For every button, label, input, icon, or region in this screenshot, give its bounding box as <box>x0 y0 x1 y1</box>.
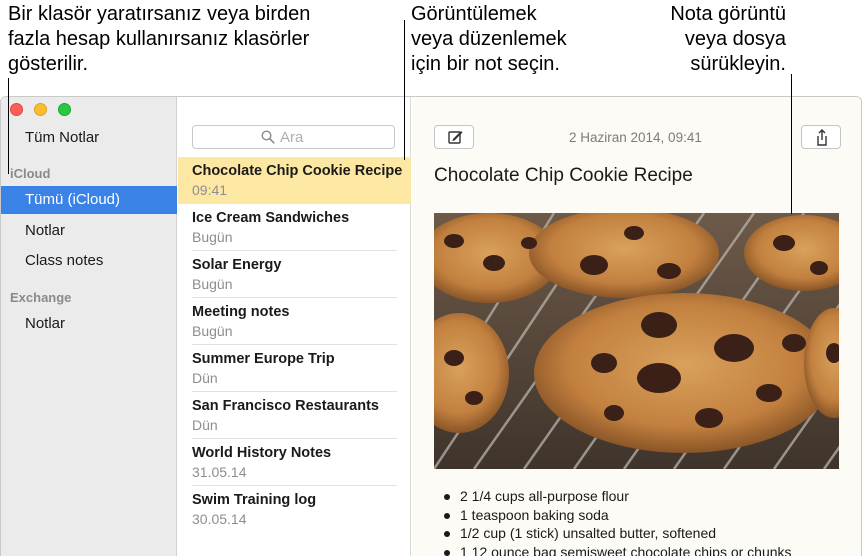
note-date: Bugün <box>192 276 233 292</box>
cookie-photo[interactable] <box>434 213 839 469</box>
note-row[interactable]: San Francisco Restaurants Dün <box>178 392 411 439</box>
callout-drag-file-line-2: veya dosya <box>684 28 786 50</box>
compose-icon <box>448 131 463 144</box>
close-window-button[interactable] <box>10 103 23 116</box>
note-title: Solar Energy <box>192 257 282 273</box>
note-title: Summer Europe Trip <box>192 351 335 367</box>
note-row[interactable]: Solar Energy Bugün <box>178 251 411 298</box>
ingredient-list[interactable]: 2 1/4 cups all-purpose flour 1 teaspoon … <box>442 487 792 556</box>
list-item: 1 teaspoon baking soda <box>442 506 792 525</box>
note-title: Meeting notes <box>192 304 290 320</box>
note-row[interactable]: Chocolate Chip Cookie Recipe 09:41 <box>178 157 411 204</box>
note-date: 31.05.14 <box>192 464 247 480</box>
callout-folders-line-1: Bir klasör yaratırsanız veya birden <box>8 3 311 25</box>
sidebar-header-icloud: iCloud <box>10 166 51 181</box>
callout-select-note-line-3: için bir not seçin. <box>411 53 560 75</box>
note-date: Bugün <box>192 229 233 245</box>
note-row[interactable]: Summer Europe Trip Dün <box>178 345 411 392</box>
callout-select-note: Görüntülemek veya düzenlemek için bir no… <box>411 2 567 77</box>
callout-folders: Bir klasör yaratırsanız veya birden fazl… <box>8 2 310 77</box>
search-placeholder: Ara <box>280 129 304 146</box>
sidebar-item-exchange-notes[interactable]: Notlar <box>1 310 177 338</box>
note-row[interactable]: World History Notes 31.05.14 <box>178 439 411 486</box>
sidebar-item-icloud-all[interactable]: Tümü (iCloud) <box>1 186 177 214</box>
note-row[interactable]: Swim Training log 30.05.14 <box>178 486 411 533</box>
note-timestamp: 2 Haziran 2014, 09:41 <box>569 130 702 145</box>
share-icon <box>817 129 827 146</box>
note-title: San Francisco Restaurants <box>192 398 379 414</box>
callout-select-note-line-2: veya düzenlemek <box>411 28 567 50</box>
callout-folders-leader <box>8 78 9 174</box>
note-date: Bugün <box>192 323 233 339</box>
note-heading[interactable]: Chocolate Chip Cookie Recipe <box>434 165 693 187</box>
compose-button[interactable] <box>434 125 474 149</box>
note-date: Dün <box>192 417 218 433</box>
cookie-image <box>434 213 839 469</box>
note-row[interactable]: Meeting notes Bugün <box>178 298 411 345</box>
sidebar-item-icloud-notes[interactable]: Notlar <box>1 217 177 245</box>
callout-folders-line-3: gösterilir. <box>8 53 89 75</box>
note-editor[interactable]: 2 Haziran 2014, 09:41 Chocolate Chip Coo… <box>412 97 861 556</box>
zoom-window-button[interactable] <box>58 103 71 116</box>
note-date: 09:41 <box>192 182 228 198</box>
note-row[interactable]: Ice Cream Sandwiches Bugün <box>178 204 411 251</box>
search-input[interactable]: Ara <box>192 125 395 149</box>
note-date: Dün <box>192 370 218 386</box>
note-title: Chocolate Chip Cookie Recipe <box>192 163 403 179</box>
note-date: 30.05.14 <box>192 511 247 527</box>
note-list: Ara Chocolate Chip Cookie Recipe 09:41 I… <box>178 97 411 556</box>
callout-select-note-leader <box>404 20 405 160</box>
callout-drag-file-line-1: Nota görüntü <box>670 3 786 25</box>
note-title: Swim Training log <box>192 492 317 508</box>
share-button[interactable] <box>801 125 841 149</box>
callout-drag-file-line-3: sürükleyin. <box>690 53 786 75</box>
callout-drag-file-leader <box>791 74 792 214</box>
list-item: 2 1/4 cups all-purpose flour <box>442 487 792 506</box>
notes-window: Tüm Notlar iCloud Tümü (iCloud) Notlar C… <box>0 96 862 556</box>
note-title: Ice Cream Sandwiches <box>192 210 350 226</box>
callout-drag-file: Nota görüntü veya dosya sürükleyin. <box>640 2 786 77</box>
sidebar-item-class-notes[interactable]: Class notes <box>1 247 177 275</box>
list-item: 1 12 ounce bag semisweet chocolate chips… <box>442 543 792 556</box>
note-title: World History Notes <box>192 445 332 461</box>
list-item: 1/2 cup (1 stick) unsalted butter, softe… <box>442 524 792 543</box>
callout-folders-line-2: fazla hesap kullanırsanız klasörler <box>8 28 310 50</box>
sidebar-header-exchange: Exchange <box>10 290 72 305</box>
minimize-window-button[interactable] <box>34 103 47 116</box>
sidebar-item-all-notes[interactable]: Tüm Notlar <box>1 124 177 152</box>
sidebar: Tüm Notlar iCloud Tümü (iCloud) Notlar C… <box>1 97 177 556</box>
callout-select-note-line-1: Görüntülemek <box>411 3 537 25</box>
search-icon <box>261 130 275 144</box>
